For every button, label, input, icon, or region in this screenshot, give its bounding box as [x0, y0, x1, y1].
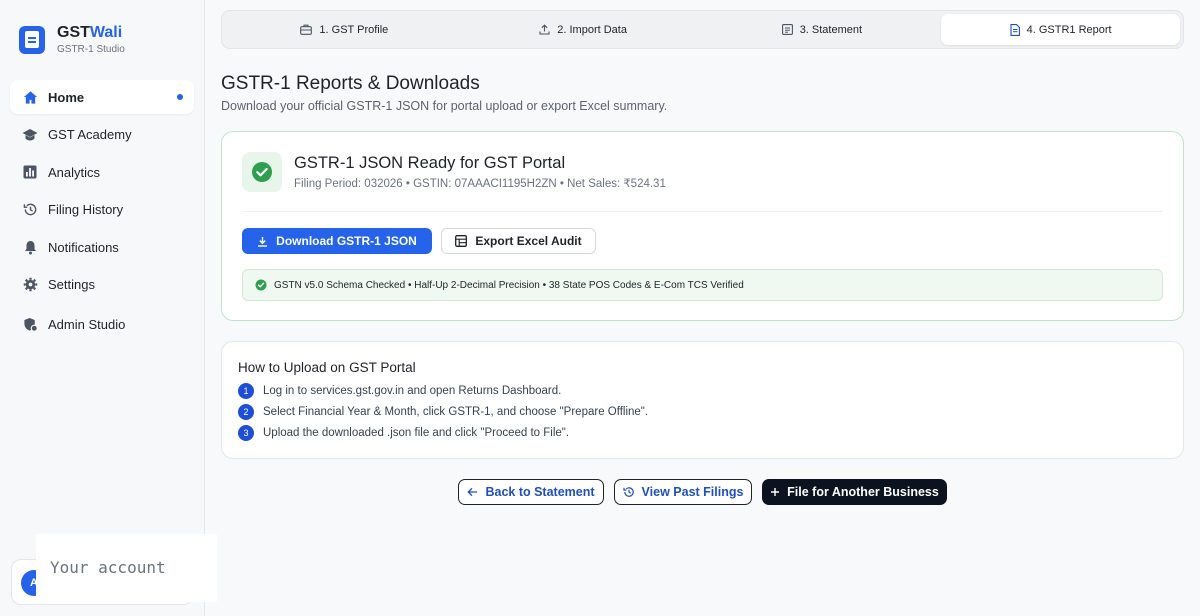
- instruction-step: 1 Log in to services.gst.gov.in and open…: [238, 383, 561, 399]
- statement-icon: [781, 24, 793, 35]
- brand-subtitle: GSTR-1 Studio: [57, 44, 125, 55]
- brand-name: GSTWali: [57, 24, 123, 41]
- step-import-data[interactable]: 2. Import Data: [464, 14, 703, 45]
- sidebar-item-label: Filing History: [48, 202, 124, 218]
- file-another-business-button[interactable]: File for Another Business: [762, 479, 947, 505]
- instruction-step: 2 Select Financial Year & Month, click G…: [238, 404, 648, 420]
- page-subtitle: Download your official GSTR-1 JSON for p…: [221, 99, 668, 113]
- sidebar-item-label: Analytics: [48, 164, 101, 180]
- instruction-text: Log in to services.gst.gov.in and open R…: [263, 385, 562, 397]
- sidebar-item-label: Admin Studio: [48, 317, 126, 333]
- step-number-badge: 3: [238, 425, 254, 441]
- sidebar-item-gst-academy[interactable]: GST Academy: [10, 118, 194, 152]
- verification-banner: GSTN v5.0 Schema Checked • Half-Up 2-Dec…: [242, 269, 1163, 301]
- briefcase-icon: [300, 24, 313, 35]
- sidebar-item-settings[interactable]: Settings: [10, 268, 194, 302]
- active-indicator-dot: [177, 94, 183, 100]
- step-label: 2. Import Data: [557, 23, 627, 36]
- verification-text: GSTN v5.0 Schema Checked • Half-Up 2-Dec…: [274, 279, 744, 291]
- sidebar-item-label: GST Academy: [48, 127, 132, 143]
- step-label: 4. GSTR1 Report: [1026, 23, 1112, 36]
- step-label: 3. Statement: [799, 23, 863, 36]
- step-number-badge: 1: [238, 383, 254, 399]
- file-another-business-label: File for Another Business: [787, 485, 939, 499]
- verified-badge-icon: [255, 279, 267, 291]
- export-excel-button[interactable]: Export Excel Audit: [441, 228, 596, 254]
- admin-shield-icon: [22, 317, 38, 333]
- download-json-button[interactable]: Download GSTR-1 JSON: [242, 228, 432, 254]
- instruction-text: Select Financial Year & Month, click GST…: [263, 406, 649, 418]
- download-json-label: Download GSTR-1 JSON: [276, 234, 417, 248]
- wizard-stepper: 1. GST Profile 2. Import Data 3. Stateme…: [221, 10, 1184, 49]
- divider: [242, 211, 1163, 212]
- instruction-step: 3 Upload the downloaded .json file and c…: [238, 425, 569, 441]
- graduation-cap-icon: [22, 127, 38, 143]
- view-past-filings-label: View Past Filings: [641, 485, 744, 499]
- sidebar-item-label: Settings: [48, 277, 95, 293]
- sidebar-item-label: Home: [48, 89, 85, 105]
- plus-icon: [770, 487, 780, 497]
- back-to-statement-button[interactable]: Back to Statement: [458, 479, 604, 505]
- instruction-text: Upload the downloaded .json file and cli…: [263, 427, 570, 439]
- export-excel-label: Export Excel Audit: [475, 234, 582, 248]
- sidebar-nav: Home GST Academy Analytics Filing Histor…: [10, 80, 194, 346]
- sidebar: GSTWali GSTR-1 Studio Home GST Academy A…: [0, 0, 205, 616]
- history-icon: [622, 486, 635, 498]
- json-ready-card: GSTR-1 JSON Ready for GST Portal Filing …: [221, 131, 1184, 321]
- bell-icon: [22, 239, 38, 255]
- bar-chart-icon: [22, 164, 38, 180]
- upload-icon: [539, 24, 550, 35]
- sidebar-item-admin-studio[interactable]: Admin Studio: [10, 308, 194, 342]
- step-number-badge: 2: [238, 404, 254, 420]
- check-circle-icon: [242, 152, 282, 192]
- instructions-title: How to Upload on GST Portal: [238, 360, 416, 375]
- ready-title: GSTR-1 JSON Ready for GST Portal: [294, 154, 566, 172]
- sidebar-item-filing-history[interactable]: Filing History: [10, 193, 194, 227]
- upload-instructions-card: How to Upload on GST Portal 1 Log in to …: [221, 341, 1184, 459]
- account-tooltip-text: Your account: [50, 558, 166, 577]
- back-to-statement-label: Back to Statement: [485, 485, 595, 499]
- sidebar-item-notifications[interactable]: Notifications: [10, 230, 194, 264]
- page-title: GSTR-1 Reports & Downloads: [221, 73, 480, 94]
- sidebar-item-home[interactable]: Home: [10, 80, 194, 114]
- sidebar-item-label: Notifications: [48, 239, 119, 255]
- step-gstr1-report[interactable]: 4. GSTR1 Report: [941, 14, 1180, 45]
- spreadsheet-icon: [455, 235, 468, 247]
- arrow-left-icon: [467, 487, 478, 497]
- step-gst-profile[interactable]: 1. GST Profile: [225, 14, 464, 45]
- filing-meta: Filing Period: 032026 • GSTIN: 07AAACI11…: [294, 178, 666, 190]
- gear-icon: [22, 277, 38, 293]
- brand[interactable]: GSTWali GSTR-1 Studio: [19, 24, 125, 55]
- history-icon: [22, 202, 38, 218]
- step-statement[interactable]: 3. Statement: [703, 14, 942, 45]
- home-icon: [22, 89, 38, 105]
- document-logo-icon: [19, 25, 45, 54]
- download-icon: [257, 236, 268, 247]
- report-icon: [1010, 23, 1020, 36]
- view-past-filings-button[interactable]: View Past Filings: [614, 479, 752, 505]
- step-label: 1. GST Profile: [319, 23, 389, 36]
- account-tooltip: Your account: [36, 534, 217, 602]
- sidebar-item-analytics[interactable]: Analytics: [10, 155, 194, 189]
